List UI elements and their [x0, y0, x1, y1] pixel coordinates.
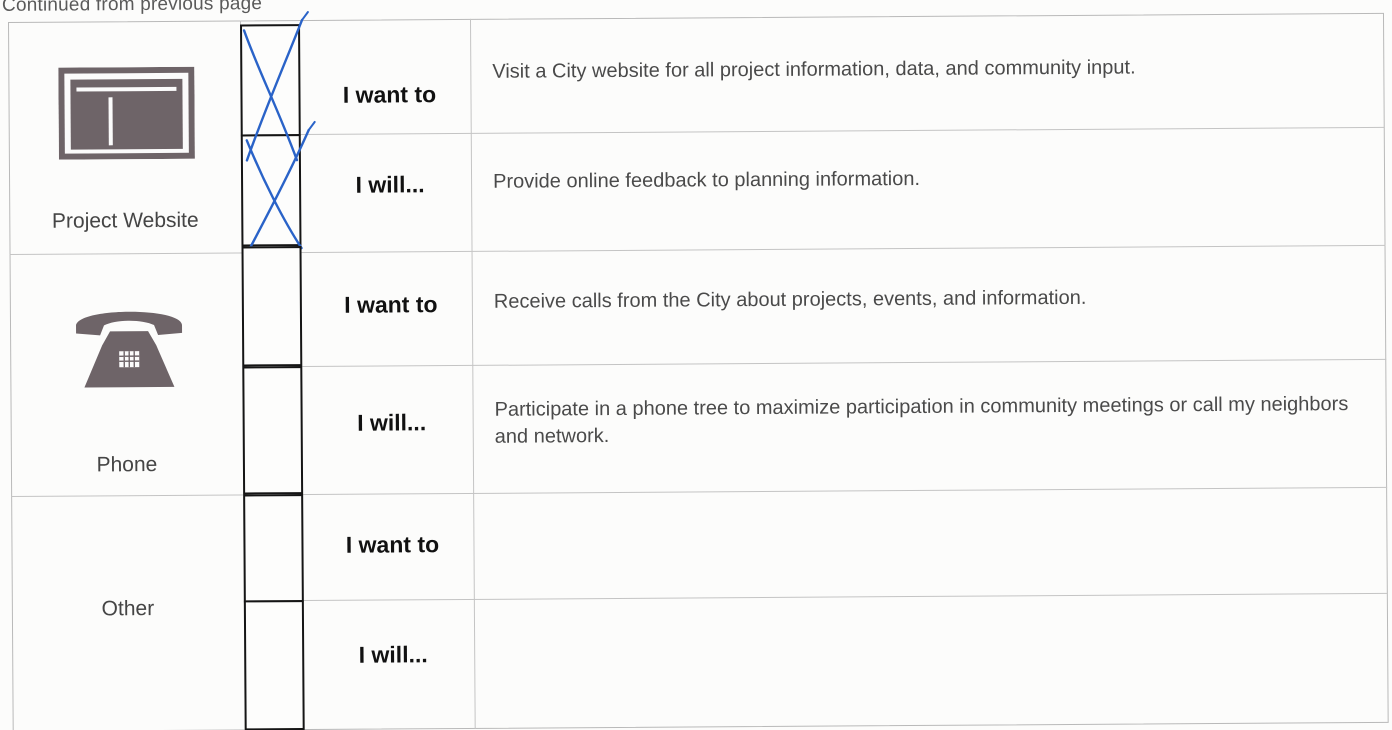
prompt-will: I will... — [357, 409, 427, 436]
channel-phone: Phone — [10, 252, 244, 496]
statement-phone-want: Receive calls from the City about projec… — [493, 286, 1087, 313]
prompt-will: I will... — [358, 641, 428, 668]
prompt-want: I want to — [344, 291, 438, 318]
form-page: Continued from previous page Project Web… — [0, 0, 1392, 730]
statement-website-want: Visit a City website for all project inf… — [492, 56, 1136, 83]
prompt-want: I want to — [345, 531, 440, 558]
checkbox-other-want[interactable] — [243, 494, 304, 603]
channel-label: Project Website — [51, 208, 199, 233]
prompt-will: I will... — [355, 171, 425, 198]
telephone-icon — [76, 311, 183, 388]
prompt-want: I want to — [342, 81, 437, 108]
statement-phone-will: Participate in a phone tree to maximize … — [494, 393, 1349, 448]
checkbox-phone-want[interactable] — [241, 246, 303, 367]
channel-label: Phone — [96, 453, 158, 477]
website-icon — [58, 66, 195, 160]
statement-website-will: Provide online feedback to planning info… — [492, 167, 921, 193]
checkbox-other-will[interactable] — [243, 600, 305, 730]
channel-other: Other — [11, 494, 245, 730]
continued-note: Continued from previous page — [1, 0, 263, 16]
channel-project-website: Project Website — [8, 20, 242, 254]
engagement-form: Project Website I want to Visit a City w… — [8, 11, 1389, 730]
checkbox-phone-will[interactable] — [242, 366, 304, 495]
check-x-mark — [242, 11, 316, 258]
channel-label: Other — [101, 597, 155, 621]
